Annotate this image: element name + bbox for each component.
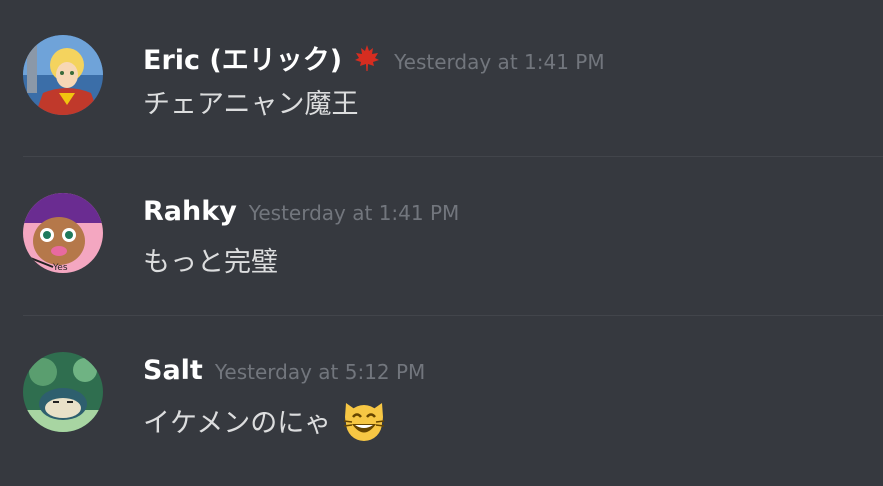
message-text: チェアニャン魔王 <box>143 89 359 120</box>
maple-leaf-icon <box>352 43 382 73</box>
message-header: Eric (エリック) Yesterday at 1:41 PM <box>143 38 605 77</box>
message-item: Yes Rahky Yesterday at 1:41 PM もっと完璧 <box>0 158 883 316</box>
username[interactable]: Eric (エリック) <box>143 38 342 77</box>
message-text: もっと完璧 <box>143 247 278 278</box>
timestamp[interactable]: Yesterday at 1:41 PM <box>249 201 460 225</box>
message-item: Eric (エリック) Yesterday at 1:41 PM チェアニャン魔… <box>0 0 883 158</box>
avatar[interactable]: Yes <box>23 193 103 273</box>
timestamp[interactable]: Yesterday at 1:41 PM <box>394 50 605 74</box>
message-text: イケメンのにゃ <box>143 407 332 439</box>
avatar-image-salt <box>23 352 103 432</box>
chat-messages: Eric (エリック) Yesterday at 1:41 PM チェアニャン魔… <box>0 0 883 486</box>
message-content: チェアニャン魔王 <box>143 82 358 121</box>
message-header: Rahky Yesterday at 1:41 PM <box>143 196 459 227</box>
username[interactable]: Rahky <box>143 196 237 227</box>
avatar[interactable] <box>23 352 103 432</box>
message-content: イケメンのにゃ <box>143 397 387 443</box>
message-item: Salt Yesterday at 5:12 PM イケメンのにゃ <box>0 317 883 475</box>
message-divider <box>23 156 883 157</box>
message-header: Salt Yesterday at 5:12 PM <box>143 355 425 386</box>
avatar-image-rahky: Yes <box>23 193 103 273</box>
smiley-cat-laughing-icon[interactable] <box>341 397 387 443</box>
timestamp[interactable]: Yesterday at 5:12 PM <box>215 360 426 384</box>
svg-text:Yes: Yes <box>52 263 68 273</box>
message-content: もっと完璧 <box>143 240 278 279</box>
username[interactable]: Salt <box>143 355 203 386</box>
message-divider <box>23 315 883 316</box>
avatar-image-eric <box>23 35 103 115</box>
avatar[interactable] <box>23 35 103 115</box>
